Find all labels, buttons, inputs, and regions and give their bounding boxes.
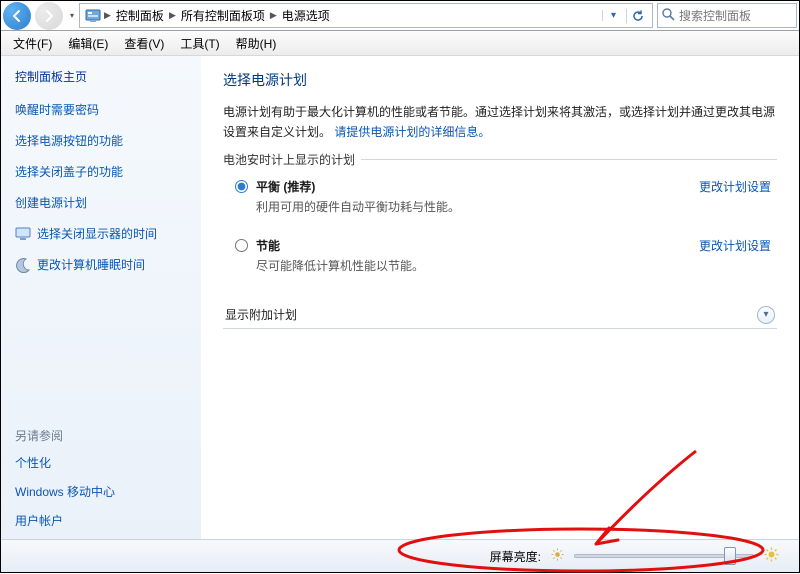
see-also-header: 另请参阅	[15, 427, 187, 444]
menu-bar: 文件(F) 编辑(E) 查看(V) 工具(T) 帮助(H)	[1, 31, 799, 56]
menu-help[interactable]: 帮助(H)	[230, 33, 283, 54]
plans-group-legend: 电池安时计上显示的计划	[223, 151, 361, 168]
plan-details-link[interactable]: 请提供电源计划的详细信息。	[334, 125, 490, 139]
sidebar-item-create-plan[interactable]: 创建电源计划	[15, 194, 87, 211]
plan-balanced: 平衡 (推荐) 利用可用的硬件自动平衡功耗与性能。 更改计划设置	[227, 172, 773, 231]
nav-back-button[interactable]	[3, 2, 31, 30]
search-placeholder: 搜索控制面板	[679, 7, 751, 24]
sidebar-item-display-off-time[interactable]: 选择关闭显示器的时间	[37, 225, 157, 242]
plan-power-saver-desc: 尽可能降低计算机性能以节能。	[256, 257, 691, 274]
chevron-right-icon: ▶	[169, 10, 176, 21]
sidebar-home-link[interactable]: 控制面板主页	[15, 68, 187, 85]
brightness-slider-thumb[interactable]	[724, 547, 736, 565]
see-also-section: 另请参阅 个性化 Windows 移动中心 用户帐户	[15, 427, 187, 529]
chevron-down-icon: ▾	[757, 306, 775, 324]
crumb-all-items[interactable]: 所有控制面板项	[178, 7, 268, 24]
show-additional-plans-expander[interactable]: 显示附加计划 ▾	[223, 302, 777, 329]
sun-bright-icon	[764, 547, 779, 565]
sidebar-item-require-password[interactable]: 唤醒时需要密码	[15, 101, 99, 118]
page-title: 选择电源计划	[223, 70, 777, 90]
menu-file[interactable]: 文件(F)	[7, 33, 58, 54]
page-description: 电源计划有助于最大化计算机的性能或者节能。通过选择计划来将其激活，或选择计划并通…	[223, 102, 777, 143]
main-content: 选择电源计划 电源计划有助于最大化计算机的性能或者节能。通过选择计划来将其激活，…	[201, 56, 799, 541]
plan-balanced-change-link[interactable]: 更改计划设置	[699, 178, 771, 195]
menu-edit[interactable]: 编辑(E)	[62, 33, 114, 54]
monitor-icon	[15, 226, 31, 242]
address-dropdown-button[interactable]: ▾	[602, 10, 624, 21]
window-body: 控制面板主页 唤醒时需要密码 选择电源按钮的功能 选择关闭盖子的功能 创建电源计…	[1, 56, 799, 541]
breadcrumb[interactable]: ▶ 控制面板 ▶ 所有控制面板项 ▶ 电源选项 ▾	[79, 3, 653, 28]
crumb-control-panel[interactable]: 控制面板	[113, 7, 167, 24]
show-additional-plans-label: 显示附加计划	[225, 306, 297, 323]
page-description-text: 电源计划有助于最大化计算机的性能或者节能。通过选择计划来将其激活，或选择计划并通…	[223, 105, 775, 139]
plan-power-saver: 节能 尽可能降低计算机性能以节能。 更改计划设置	[227, 231, 773, 290]
see-also-personalization[interactable]: 个性化	[15, 454, 51, 471]
sun-dim-icon	[551, 548, 564, 564]
menu-tools[interactable]: 工具(T)	[174, 33, 225, 54]
nav-forward-button[interactable]	[35, 2, 63, 30]
plan-power-saver-change-link[interactable]: 更改计划设置	[699, 237, 771, 254]
brightness-bar: 屏幕亮度:	[1, 539, 799, 572]
plan-balanced-name: 平衡 (推荐)	[256, 178, 691, 195]
sidebar-item-sleep-time[interactable]: 更改计算机睡眠时间	[37, 256, 145, 273]
chevron-right-icon: ▶	[270, 10, 277, 21]
brightness-label: 屏幕亮度:	[490, 548, 541, 565]
sidebar-item-close-lid[interactable]: 选择关闭盖子的功能	[15, 163, 123, 180]
menu-view[interactable]: 查看(V)	[118, 33, 170, 54]
plan-power-saver-radio[interactable]	[235, 239, 248, 252]
plans-groupbox: 电池安时计上显示的计划 平衡 (推荐) 利用可用的硬件自动平衡功耗与性能。 更改…	[223, 159, 777, 294]
control-panel-icon	[84, 7, 102, 25]
sidebar: 控制面板主页 唤醒时需要密码 选择电源按钮的功能 选择关闭盖子的功能 创建电源计…	[1, 56, 201, 541]
search-control-panel-input[interactable]: 搜索控制面板	[657, 3, 797, 28]
chevron-right-icon: ▶	[104, 10, 111, 21]
moon-icon	[15, 257, 31, 273]
sidebar-item-power-button[interactable]: 选择电源按钮的功能	[15, 132, 123, 149]
address-bar: ▾ ▶ 控制面板 ▶ 所有控制面板项 ▶ 电源选项 ▾ 搜索控制面板	[1, 1, 799, 31]
nav-history-dropdown[interactable]: ▾	[65, 1, 79, 30]
plan-balanced-desc: 利用可用的硬件自动平衡功耗与性能。	[256, 198, 691, 215]
brightness-slider[interactable]	[574, 547, 754, 565]
crumb-power-options[interactable]: 电源选项	[279, 7, 333, 24]
search-icon	[662, 8, 675, 24]
see-also-user-accounts[interactable]: 用户帐户	[15, 512, 63, 529]
see-also-mobility-center[interactable]: Windows 移动中心	[15, 483, 115, 500]
plan-balanced-radio[interactable]	[235, 180, 248, 193]
refresh-button[interactable]	[626, 9, 648, 23]
plan-power-saver-name: 节能	[256, 237, 691, 254]
